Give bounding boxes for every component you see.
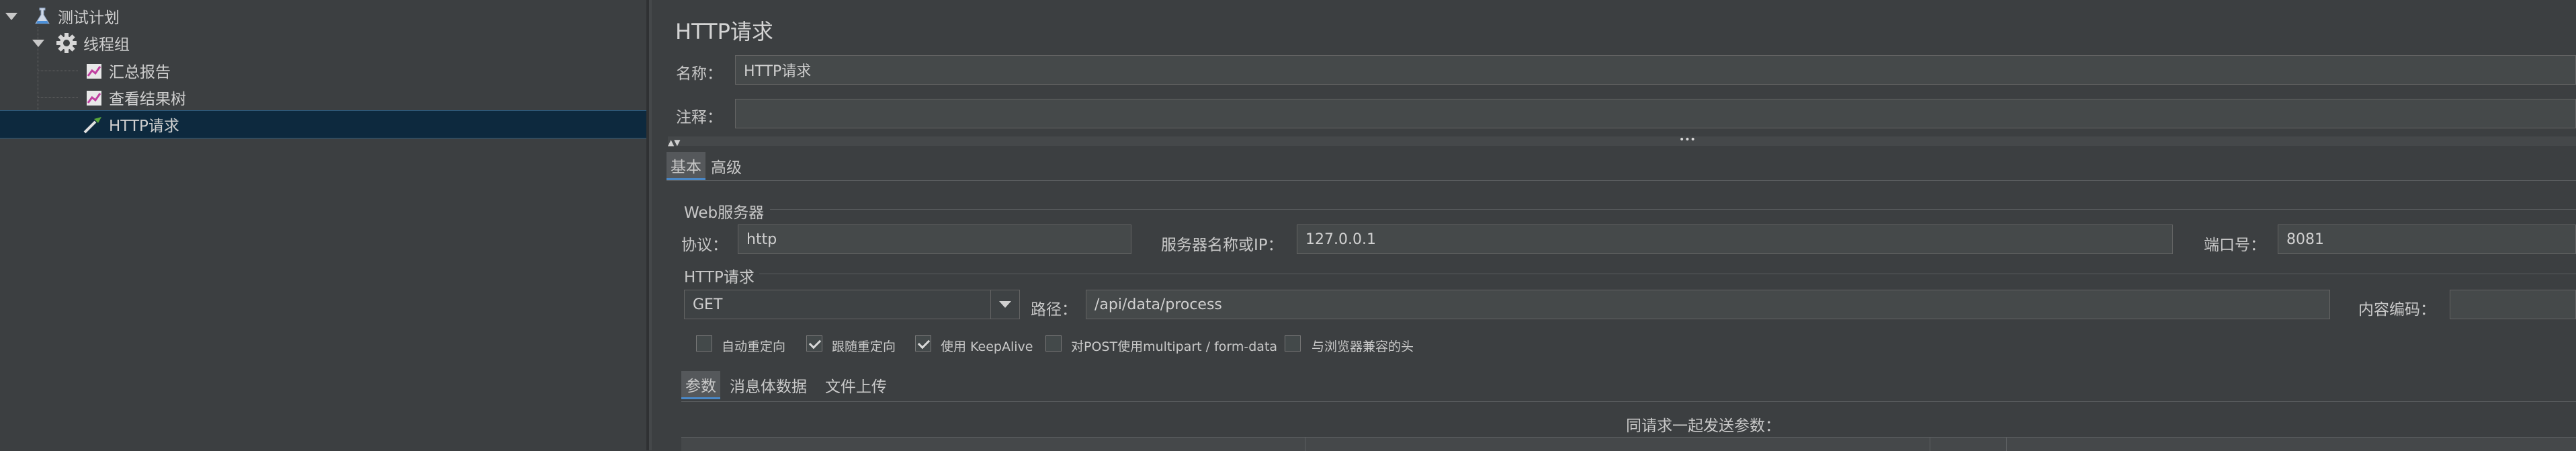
page-title: HTTP请求 (675, 19, 773, 44)
tab-body-data[interactable]: 消息体数据 (726, 371, 811, 399)
http-request-panel: HTTP请求 名称： HTTP请求 注释： ▲▼ ••• 基本 高级 Web服务… (652, 0, 2576, 451)
pipette-icon (82, 114, 103, 135)
gear-icon (55, 32, 78, 54)
web-server-section-title: Web服务器 (684, 204, 765, 222)
tree-item-test-plan[interactable]: 测试计划 (0, 3, 646, 30)
name-input[interactable]: HTTP请求 (735, 55, 2576, 85)
protocol-label: 协议： (681, 237, 728, 254)
browser-compatible-headers-label: 与浏览器兼容的头 (1312, 339, 1414, 354)
http-request-section-title: HTTP请求 (684, 269, 755, 286)
tree-item-http-request[interactable]: HTTP请求 (0, 110, 646, 138)
path-input[interactable]: /api/data/process (1086, 290, 2330, 319)
protocol-input[interactable]: http (738, 224, 1131, 254)
params-table-header (681, 437, 2576, 451)
follow-redirect-checkbox[interactable] (806, 335, 822, 352)
follow-redirect-label: 跟随重定向 (832, 339, 896, 354)
encoding-input[interactable] (2450, 290, 2576, 319)
comment-input[interactable] (735, 99, 2576, 128)
chevron-down-icon (999, 301, 1011, 308)
method-select-value: GET (693, 296, 723, 313)
collapse-bar[interactable]: ▲▼ ••• (668, 134, 2576, 147)
dropdown-button[interactable] (990, 290, 1020, 319)
expand-arrow-icon[interactable] (5, 12, 17, 20)
browser-compatible-headers-checkbox[interactable] (1285, 335, 1301, 352)
method-select[interactable]: GET (684, 290, 1020, 319)
tab-parameters[interactable]: 参数 (681, 371, 720, 399)
collapse-dots[interactable]: ••• (1679, 134, 1696, 145)
keepalive-checkbox[interactable] (915, 335, 931, 352)
comment-label: 注释： (676, 109, 722, 126)
expand-arrow-icon[interactable] (32, 39, 44, 47)
test-plan-tree: 测试计划 线程组 汇总报告 查看结果树 HTTP请求 (0, 0, 646, 450)
test-plan-icon (32, 6, 52, 26)
params-table-caption: 同请求一起发送参数： (1626, 417, 1780, 435)
multipart-label: 对POST使用multipart / form-data (1071, 339, 1278, 354)
tab-divider (667, 180, 2576, 181)
tab-divider (681, 401, 2576, 402)
column-divider (2006, 438, 2007, 451)
tree-item-label: 汇总报告 (109, 64, 171, 81)
server-input[interactable]: 127.0.0.1 (1297, 224, 2173, 254)
path-label: 路径： (1031, 301, 1077, 319)
port-input[interactable]: 8081 (2278, 224, 2576, 254)
tree-item-label: 测试计划 (58, 9, 120, 27)
tree-item-view-results-tree[interactable]: 查看结果树 (0, 84, 646, 111)
tab-basic[interactable]: 基本 (667, 152, 705, 180)
tab-file-upload[interactable]: 文件上传 (821, 371, 891, 399)
auto-redirect-checkbox[interactable] (696, 335, 712, 352)
report-chart-icon (85, 61, 103, 80)
multipart-checkbox[interactable] (1045, 335, 1062, 352)
collapse-arrows-icon[interactable]: ▲▼ (668, 138, 680, 147)
keepalive-label: 使用 KeepAlive (941, 339, 1033, 354)
report-chart-icon (85, 88, 103, 107)
tree-item-label: 查看结果树 (109, 91, 186, 108)
server-label: 服务器名称或IP： (1161, 237, 1283, 254)
tab-advanced[interactable]: 高级 (707, 152, 746, 180)
section-divider (770, 209, 2576, 210)
tree-item-summary-report[interactable]: 汇总报告 (0, 57, 646, 84)
encoding-label: 内容编码： (2358, 301, 2436, 319)
auto-redirect-label: 自动重定向 (722, 339, 786, 354)
tree-item-label: HTTP请求 (109, 118, 179, 135)
tree-item-label: 线程组 (83, 36, 130, 54)
port-label: 端口号： (2204, 237, 2266, 254)
name-label: 名称： (676, 65, 722, 83)
tree-item-thread-group[interactable]: 线程组 (0, 30, 646, 56)
